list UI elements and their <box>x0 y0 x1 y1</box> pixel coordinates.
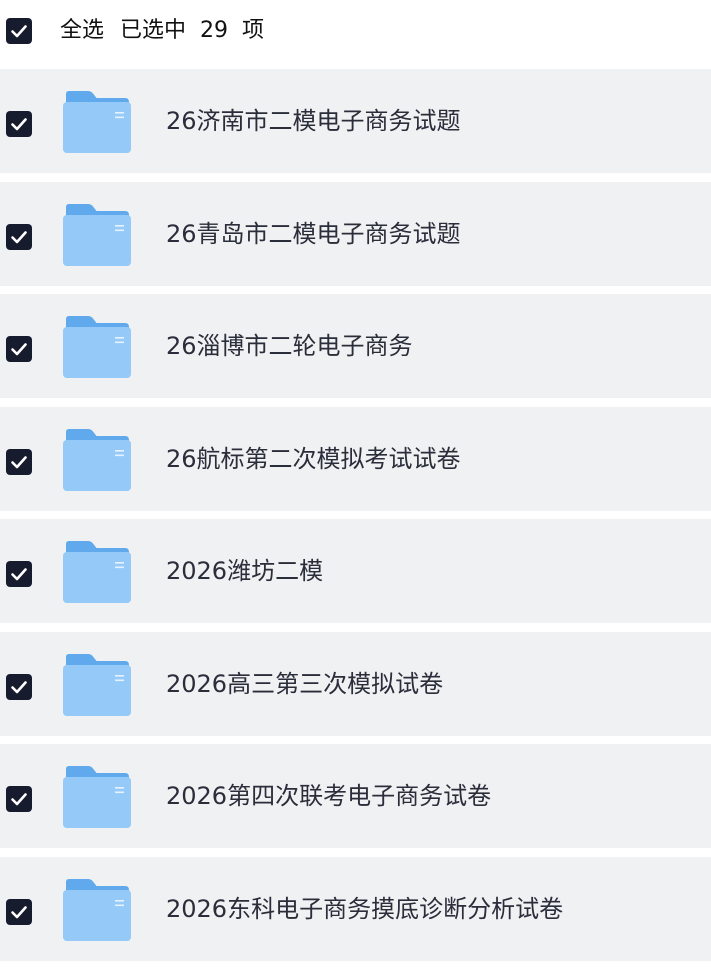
item-name: 2026东科电子商务摸底诊断分析试卷 <box>166 894 564 923</box>
folder-icon <box>63 203 131 266</box>
item-name: 26航标第二次模拟考试试卷 <box>166 444 461 473</box>
item-name: 2026高三第三次模拟试卷 <box>166 669 444 698</box>
item-checkbox[interactable] <box>6 223 32 250</box>
list-item[interactable]: 26济南市二模电子商务试题 <box>0 69 711 173</box>
folder-icon <box>63 878 131 941</box>
item-checkbox[interactable] <box>6 786 32 812</box>
list-item[interactable]: 2026第四次联考电子商务试卷 <box>0 744 711 848</box>
selection-summary: 全选 已选中 29 项 <box>60 17 264 45</box>
folder-icon <box>63 541 131 603</box>
item-name: 26济南市二模电子商务试题 <box>166 107 461 135</box>
item-name: 26青岛市二模电子商务试题 <box>166 219 461 248</box>
folder-icon <box>63 766 131 828</box>
item-checkbox[interactable] <box>6 336 32 362</box>
list-item[interactable]: 2026东科电子商务摸底诊断分析试卷 <box>0 856 711 961</box>
list-item[interactable]: 2026潍坊二模 <box>0 519 711 623</box>
list-item[interactable]: 26航标第二次模拟考试试卷 <box>0 406 711 511</box>
item-checkbox[interactable] <box>6 111 32 137</box>
list-item[interactable]: 26淄博市二轮电子商务 <box>0 294 711 398</box>
folder-icon <box>63 91 131 153</box>
select-all-label[interactable]: 全选 <box>60 17 104 45</box>
list-item[interactable]: 2026高三第三次模拟试卷 <box>0 631 711 736</box>
item-name: 26淄博市二轮电子商务 <box>166 332 413 360</box>
checkmark-icon <box>11 118 27 131</box>
checkmark-icon <box>11 343 27 356</box>
item-checkbox[interactable] <box>6 448 32 475</box>
checkmark-icon <box>11 230 27 243</box>
item-name: 2026第四次联考电子商务试卷 <box>166 782 492 810</box>
checkmark-icon <box>11 568 27 581</box>
checkmark-icon <box>11 25 27 38</box>
list-item[interactable]: 26青岛市二模电子商务试题 <box>0 181 711 286</box>
folder-icon <box>63 428 131 491</box>
checkmark-icon <box>11 455 27 468</box>
item-checkbox[interactable] <box>6 673 32 700</box>
file-list: 26济南市二模电子商务试题 26青岛市二模电子商务试题 26淄博市二轮电子商务 <box>0 69 711 969</box>
checkmark-icon <box>11 905 27 918</box>
selection-header: 全选 已选中 29 项 <box>0 0 711 64</box>
selected-count: 29 <box>200 18 229 43</box>
item-checkbox[interactable] <box>6 561 32 587</box>
item-name: 2026潍坊二模 <box>166 557 324 585</box>
folder-icon <box>63 653 131 716</box>
select-all-checkbox[interactable] <box>6 18 32 44</box>
selected-suffix: 项 <box>242 18 265 43</box>
checkmark-icon <box>11 680 27 693</box>
selected-prefix: 已选中 <box>120 18 187 43</box>
item-checkbox[interactable] <box>6 898 32 925</box>
folder-icon <box>63 316 131 378</box>
checkmark-icon <box>11 793 27 806</box>
